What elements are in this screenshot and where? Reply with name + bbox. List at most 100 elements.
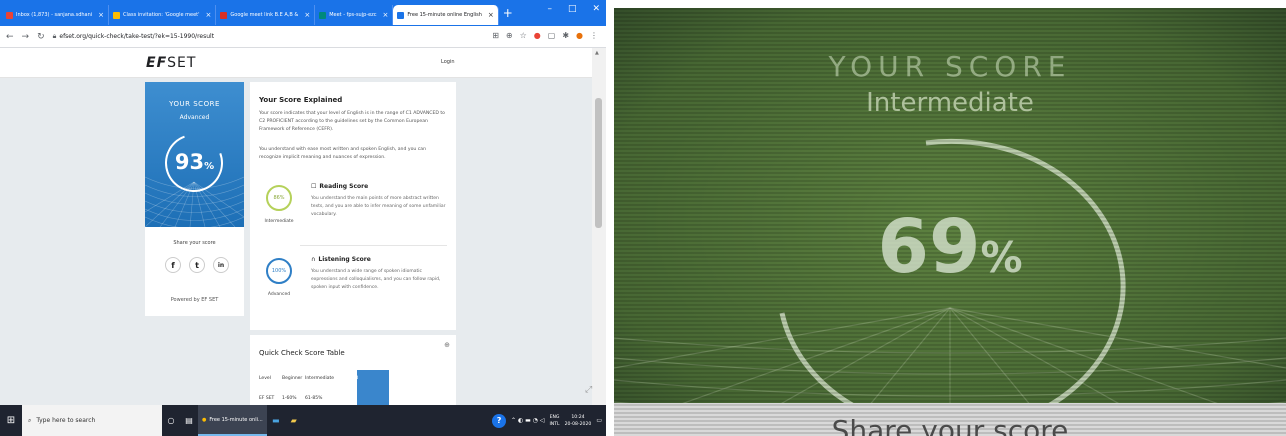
photo-score-value: 69% [877, 204, 1023, 290]
scrollbar[interactable]: ▲ [592, 48, 606, 405]
clock[interactable]: 10:24 20-08-2020 [565, 414, 592, 428]
notification-icon[interactable]: ▭ [596, 417, 602, 424]
expand-icon[interactable]: ⤢ [585, 385, 592, 395]
chrome-icon: ● [202, 416, 207, 423]
tab-efset[interactable]: Free 15-minute online English × [393, 5, 499, 25]
monitor-photo: YOUR SCORE Intermediate 69% Share your s… [614, 8, 1286, 436]
share-label: Share your score [173, 240, 216, 246]
listening-ring: 100% [266, 258, 292, 284]
menu-icon[interactable]: ⋮ [590, 31, 598, 40]
reading-ring: 86% [266, 185, 292, 211]
tray-icons[interactable]: ⌃ ◐ ▬ ◔ ◁ [511, 417, 544, 424]
tab-label: Free 15-minute online English [407, 12, 482, 18]
taskbar-search[interactable]: ⌕ Type here to search [22, 405, 162, 436]
new-tab-button[interactable]: + [503, 6, 513, 20]
listening-score: 100% Advanced ∩ Listening Score You under… [259, 250, 449, 312]
scroll-thumb[interactable] [595, 98, 602, 228]
reading-title: ☐ Reading Score [311, 183, 369, 190]
efset-logo[interactable]: EFSET [146, 55, 196, 71]
site-header: EFSET Login [0, 48, 592, 78]
info-icon[interactable]: ⊕ [444, 341, 450, 349]
star-icon[interactable]: ☆ [520, 31, 527, 40]
taskbar-app-icon[interactable]: ▬ [267, 405, 285, 436]
zoom-icon[interactable]: ⊕ [506, 31, 513, 40]
photo-score-level: Intermediate [866, 88, 1034, 118]
tab-meet-link[interactable]: Google meet link B.E A,B & × [216, 5, 316, 25]
url-field[interactable]: 🔒︎ efset.org/quick-check/take-test/?ek=15… [53, 32, 214, 41]
back-icon[interactable]: ← [6, 32, 14, 42]
close-icon[interactable]: × [383, 11, 389, 19]
photo-score-title: YOUR SCORE [828, 50, 1072, 83]
address-bar: ← → ↻ 🔒︎ efset.org/quick-check/take-test/… [0, 26, 606, 48]
advanced-column-highlight [357, 370, 389, 405]
browser-window: Inbox (1,873) - sanjana.sdhani × Class i… [0, 0, 606, 436]
reading-score: 86% Intermediate ☐ Reading Score You unde… [259, 177, 449, 239]
meet-icon [220, 11, 228, 19]
cortana-icon[interactable]: ○ [162, 405, 180, 436]
quick-check-title: Quick Check Score Table [259, 349, 345, 357]
puzzle-icon[interactable]: ✱ [562, 31, 569, 40]
tab-label: Class invitation: 'Google meet' [123, 12, 200, 18]
close-icon[interactable]: × [304, 11, 310, 19]
tab-meet[interactable]: Meet - fps-sujp-ezc × [315, 5, 394, 25]
quick-check-card: Quick Check Score Table ⊕ Level Beginner… [250, 335, 456, 405]
efset-icon [397, 11, 405, 19]
reload-icon[interactable]: ↻ [37, 32, 45, 42]
extension-icon[interactable]: ▢ [548, 31, 556, 40]
headphones-icon: ∩ [311, 256, 316, 263]
tab-class-invitation[interactable]: Class invitation: 'Google meet' × [109, 5, 217, 25]
tab-label: Inbox (1,873) - sanjana.sdhani [16, 12, 93, 18]
separator [606, 0, 614, 436]
close-icon[interactable]: × [206, 11, 212, 19]
translate-icon[interactable]: ⊞ [492, 31, 499, 40]
maximize-button[interactable]: □ [568, 4, 577, 14]
taskbar-app-label: Free 15-minute onli... [209, 416, 263, 423]
scroll-up-icon[interactable]: ▲ [595, 50, 599, 56]
reading-text: You understand the main points of more a… [311, 196, 446, 217]
help-icon[interactable]: ? [492, 413, 507, 428]
window-controls: – □ ✕ [547, 4, 600, 14]
explained-title: Your Score Explained [259, 96, 343, 104]
search-placeholder: Type here to search [36, 417, 96, 424]
score-card: YOUR SCORE Advanced 93% Share your score… [145, 82, 244, 316]
close-window-button[interactable]: ✕ [592, 4, 600, 14]
close-icon[interactable]: × [488, 11, 494, 19]
forward-icon[interactable]: → [22, 32, 30, 42]
minimize-button[interactable]: – [547, 4, 552, 14]
meet-video-icon [319, 11, 327, 19]
language-indicator[interactable]: ENG INTL [549, 414, 559, 428]
gmail-icon [6, 11, 13, 19]
url-text: efset.org/quick-check/take-test/?ek=15-1… [59, 33, 215, 40]
score-level: Advanced [179, 114, 210, 121]
score-explained-card: Your Score Explained Your score indicate… [250, 82, 456, 330]
listening-title: ∩ Listening Score [311, 256, 371, 263]
file-explorer-icon[interactable]: ▰ [285, 405, 303, 436]
twitter-icon[interactable]: t [189, 257, 205, 273]
tab-label: Meet - fps-sujp-ezc [329, 12, 377, 18]
page-content: EFSET Login YOUR SCORE Advanced 93% Shar… [0, 48, 592, 405]
linkedin-icon[interactable]: in [213, 257, 229, 273]
score-panel: YOUR SCORE Advanced 93% [145, 82, 244, 227]
close-icon[interactable]: × [98, 11, 104, 19]
divider [300, 245, 447, 246]
login-link[interactable]: Login [441, 59, 455, 65]
tab-gmail[interactable]: Inbox (1,873) - sanjana.sdhani × [2, 5, 110, 25]
explained-paragraph: You understand with ease most written an… [259, 147, 426, 160]
windows-start-icon[interactable]: ⊞ [0, 405, 22, 436]
taskbar: ⊞ ⌕ Type here to search ○ ▤ ● Free 15-mi… [0, 405, 606, 436]
task-view-icon[interactable]: ▤ [180, 405, 198, 436]
photo-share-label: Share your score [831, 414, 1069, 436]
profile-icon[interactable]: ● [576, 31, 583, 40]
extensions-bar: ⊞ ⊕ ☆ ● ▢ ✱ ● ⋮ [492, 31, 598, 40]
lock-icon: 🔒︎ [52, 32, 57, 40]
explained-paragraph: Your score indicates that your level of … [259, 111, 445, 132]
table-row: EF SET 1-60% 61-85% 86-100% [259, 396, 357, 401]
score-title: YOUR SCORE [169, 100, 220, 108]
extension-icon[interactable]: ● [534, 31, 541, 40]
taskbar-chrome-app[interactable]: ● Free 15-minute onli... [198, 405, 267, 436]
tab-bar: Inbox (1,873) - sanjana.sdhani × Class i… [0, 0, 606, 26]
composite-image: Inbox (1,873) - sanjana.sdhani × Class i… [0, 0, 1286, 436]
search-icon: ⌕ [28, 416, 32, 424]
reading-level: Intermediate [264, 219, 294, 224]
facebook-icon[interactable]: f [165, 257, 181, 273]
